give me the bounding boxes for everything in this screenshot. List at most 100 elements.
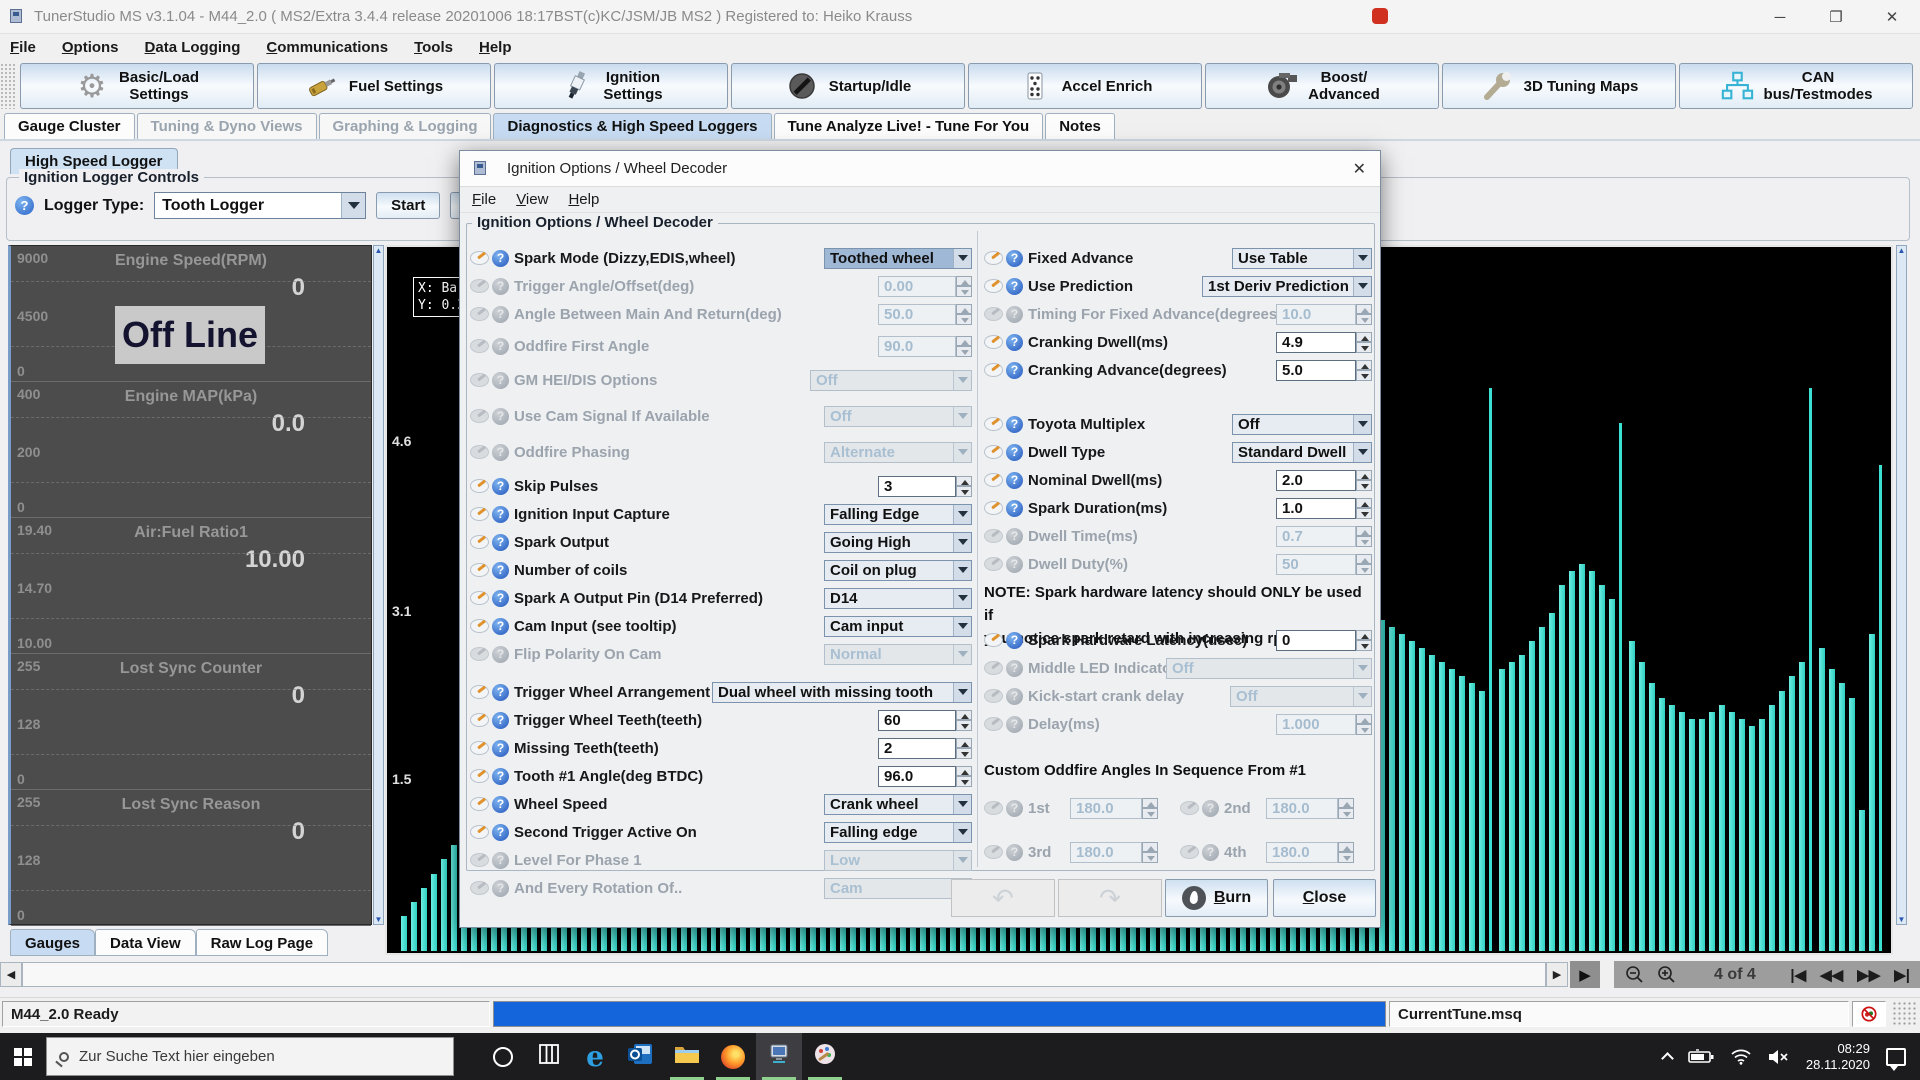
- toolbar-button-accel-enrich[interactable]: Accel Enrich: [968, 63, 1202, 109]
- toolbar-button-startup-idle[interactable]: Startup/Idle: [731, 63, 965, 109]
- combo-toyota-multiplex[interactable]: Off: [1232, 414, 1372, 435]
- close-button[interactable]: ✕: [1864, 0, 1920, 34]
- resize-grip[interactable]: [1892, 1001, 1918, 1027]
- combo-number-of-coils[interactable]: Coil on plug: [824, 560, 972, 581]
- spinner-arrows[interactable]: [956, 710, 972, 731]
- menu-options[interactable]: Options: [62, 39, 119, 56]
- spinner-cranking-advance-degrees-[interactable]: 5.0: [1276, 360, 1372, 381]
- spin-up-icon[interactable]: [956, 738, 972, 749]
- battery-icon[interactable]: [1688, 1049, 1714, 1065]
- taskbar-clock[interactable]: 08:29 28.11.2020: [1806, 1041, 1870, 1073]
- pager-nav-button[interactable]: ▶▶: [1857, 966, 1880, 984]
- toolbar-button-ignition-settings[interactable]: IgnitionSettings: [494, 63, 728, 109]
- menu-tools[interactable]: Tools: [414, 39, 453, 56]
- spinner-arrows[interactable]: [1356, 470, 1372, 491]
- help-icon[interactable]: ?: [1006, 444, 1023, 461]
- spinner-arrows[interactable]: [1356, 498, 1372, 519]
- dialog-menu-file[interactable]: File: [472, 191, 496, 208]
- pager-nav-button[interactable]: ◀◀: [1820, 966, 1843, 984]
- spin-down-icon[interactable]: [1356, 370, 1372, 381]
- burn-button[interactable]: Burn: [1165, 879, 1268, 917]
- tab-tuning-dyno-views[interactable]: Tuning & Dyno Views: [137, 113, 317, 139]
- tab-graphing-logging[interactable]: Graphing & Logging: [319, 113, 492, 139]
- combo-dwell-type[interactable]: Standard Dwell: [1232, 442, 1372, 463]
- tab-gauge-cluster[interactable]: Gauge Cluster: [4, 113, 135, 139]
- taskbar-tunerstudio-button[interactable]: [756, 1033, 802, 1080]
- spin-down-icon[interactable]: [956, 720, 972, 731]
- help-icon[interactable]: ?: [492, 796, 509, 813]
- help-icon[interactable]: ?: [492, 534, 509, 551]
- help-icon[interactable]: ?: [492, 768, 509, 785]
- help-icon[interactable]: ?: [492, 684, 509, 701]
- spin-up-icon[interactable]: [956, 766, 972, 777]
- tab-notes[interactable]: Notes: [1045, 113, 1115, 139]
- toolbar-button-can-bus-testmodes[interactable]: CANbus/Testmodes: [1679, 63, 1913, 109]
- spin-down-icon[interactable]: [956, 748, 972, 759]
- spinner-arrows[interactable]: [956, 738, 972, 759]
- bottom-tab-raw-log-page[interactable]: Raw Log Page: [196, 929, 329, 956]
- dialog-close-button[interactable]: Close: [1273, 879, 1376, 917]
- taskbar-cortana-button[interactable]: [480, 1033, 526, 1080]
- toolbar-button-boost-advanced[interactable]: Boost/Advanced: [1205, 63, 1439, 109]
- combo-spark-output[interactable]: Going High: [824, 532, 972, 553]
- combo-ignition-input-capture[interactable]: Falling Edge: [824, 504, 972, 525]
- combo-wheel-speed[interactable]: Crank wheel: [824, 794, 972, 815]
- volume-muted-icon[interactable]: [1768, 1049, 1790, 1065]
- start-button[interactable]: Start: [376, 192, 440, 219]
- spinner-nominal-dwell-ms-[interactable]: 2.0: [1276, 470, 1372, 491]
- tray-expand-icon[interactable]: [1661, 1052, 1674, 1065]
- dialog-close-icon[interactable]: ✕: [1353, 159, 1366, 179]
- spin-up-icon[interactable]: [1356, 332, 1372, 343]
- scrollbar-track[interactable]: [22, 962, 1546, 987]
- combo-cam-input-see-tooltip-[interactable]: Cam input: [824, 616, 972, 637]
- help-icon[interactable]: ?: [1006, 278, 1023, 295]
- help-icon[interactable]: ?: [1006, 632, 1023, 649]
- pager-nav-button[interactable]: |◀: [1790, 966, 1806, 984]
- menu-communications[interactable]: Communications: [266, 39, 388, 56]
- zoom-in-icon[interactable]: [1656, 964, 1678, 986]
- spin-down-icon[interactable]: [1356, 640, 1372, 651]
- spinner-arrows[interactable]: [1356, 630, 1372, 651]
- taskbar-paint-button[interactable]: [802, 1033, 848, 1080]
- toolbar-button-3d-tuning-maps[interactable]: 3D Tuning Maps: [1442, 63, 1676, 109]
- toolbar-button-basic-load-settings[interactable]: ⚙Basic/LoadSettings: [20, 63, 254, 109]
- spinner-arrows[interactable]: [1356, 360, 1372, 381]
- maximize-button[interactable]: ❐: [1808, 0, 1864, 34]
- combo-use-prediction[interactable]: 1st Deriv Prediction: [1202, 276, 1372, 297]
- logger-type-select[interactable]: Tooth Logger: [154, 192, 366, 219]
- spin-up-icon[interactable]: [1356, 498, 1372, 509]
- help-icon[interactable]: ?: [15, 196, 34, 215]
- help-icon[interactable]: ?: [1006, 416, 1023, 433]
- spin-up-icon[interactable]: [1356, 630, 1372, 641]
- taskbar-outlook-button[interactable]: [618, 1033, 664, 1080]
- spinner-spark-hardware-latency-usec-[interactable]: 0: [1276, 630, 1372, 651]
- help-icon[interactable]: ?: [492, 740, 509, 757]
- play-button[interactable]: ▶: [1570, 961, 1600, 988]
- help-icon[interactable]: ?: [492, 250, 509, 267]
- menu-data-logging[interactable]: Data Logging: [145, 39, 241, 56]
- spinner-skip-pulses[interactable]: 3: [878, 476, 972, 497]
- bottom-tab-gauges[interactable]: Gauges: [10, 929, 95, 956]
- toolbar-drag-handle[interactable]: [0, 63, 16, 109]
- spin-down-icon[interactable]: [956, 486, 972, 497]
- spin-down-icon[interactable]: [1356, 480, 1372, 491]
- taskbar-explorer-button[interactable]: [664, 1033, 710, 1080]
- spin-down-icon[interactable]: [1356, 508, 1372, 519]
- toolbar-button-fuel-settings[interactable]: Fuel Settings: [257, 63, 491, 109]
- help-icon[interactable]: ?: [492, 824, 509, 841]
- spinner-trigger-wheel-teeth-teeth-[interactable]: 60: [878, 710, 972, 731]
- dialog-menu-help[interactable]: Help: [568, 191, 599, 208]
- spin-down-icon[interactable]: [1356, 342, 1372, 353]
- taskbar-taskview-button[interactable]: [526, 1033, 572, 1080]
- help-icon[interactable]: ?: [492, 618, 509, 635]
- spinner-cranking-dwell-ms-[interactable]: 4.9: [1276, 332, 1372, 353]
- spinner-spark-duration-ms-[interactable]: 1.0: [1276, 498, 1372, 519]
- spinner-arrows[interactable]: [956, 476, 972, 497]
- spin-up-icon[interactable]: [956, 476, 972, 487]
- combo-trigger-wheel-arrangement[interactable]: Dual wheel with missing tooth: [712, 682, 972, 703]
- help-icon[interactable]: ?: [492, 506, 509, 523]
- minimize-button[interactable]: ─: [1752, 0, 1808, 34]
- combo-second-trigger-active-on[interactable]: Falling edge: [824, 822, 972, 843]
- action-center-icon[interactable]: [1886, 1048, 1906, 1066]
- help-icon[interactable]: ?: [492, 590, 509, 607]
